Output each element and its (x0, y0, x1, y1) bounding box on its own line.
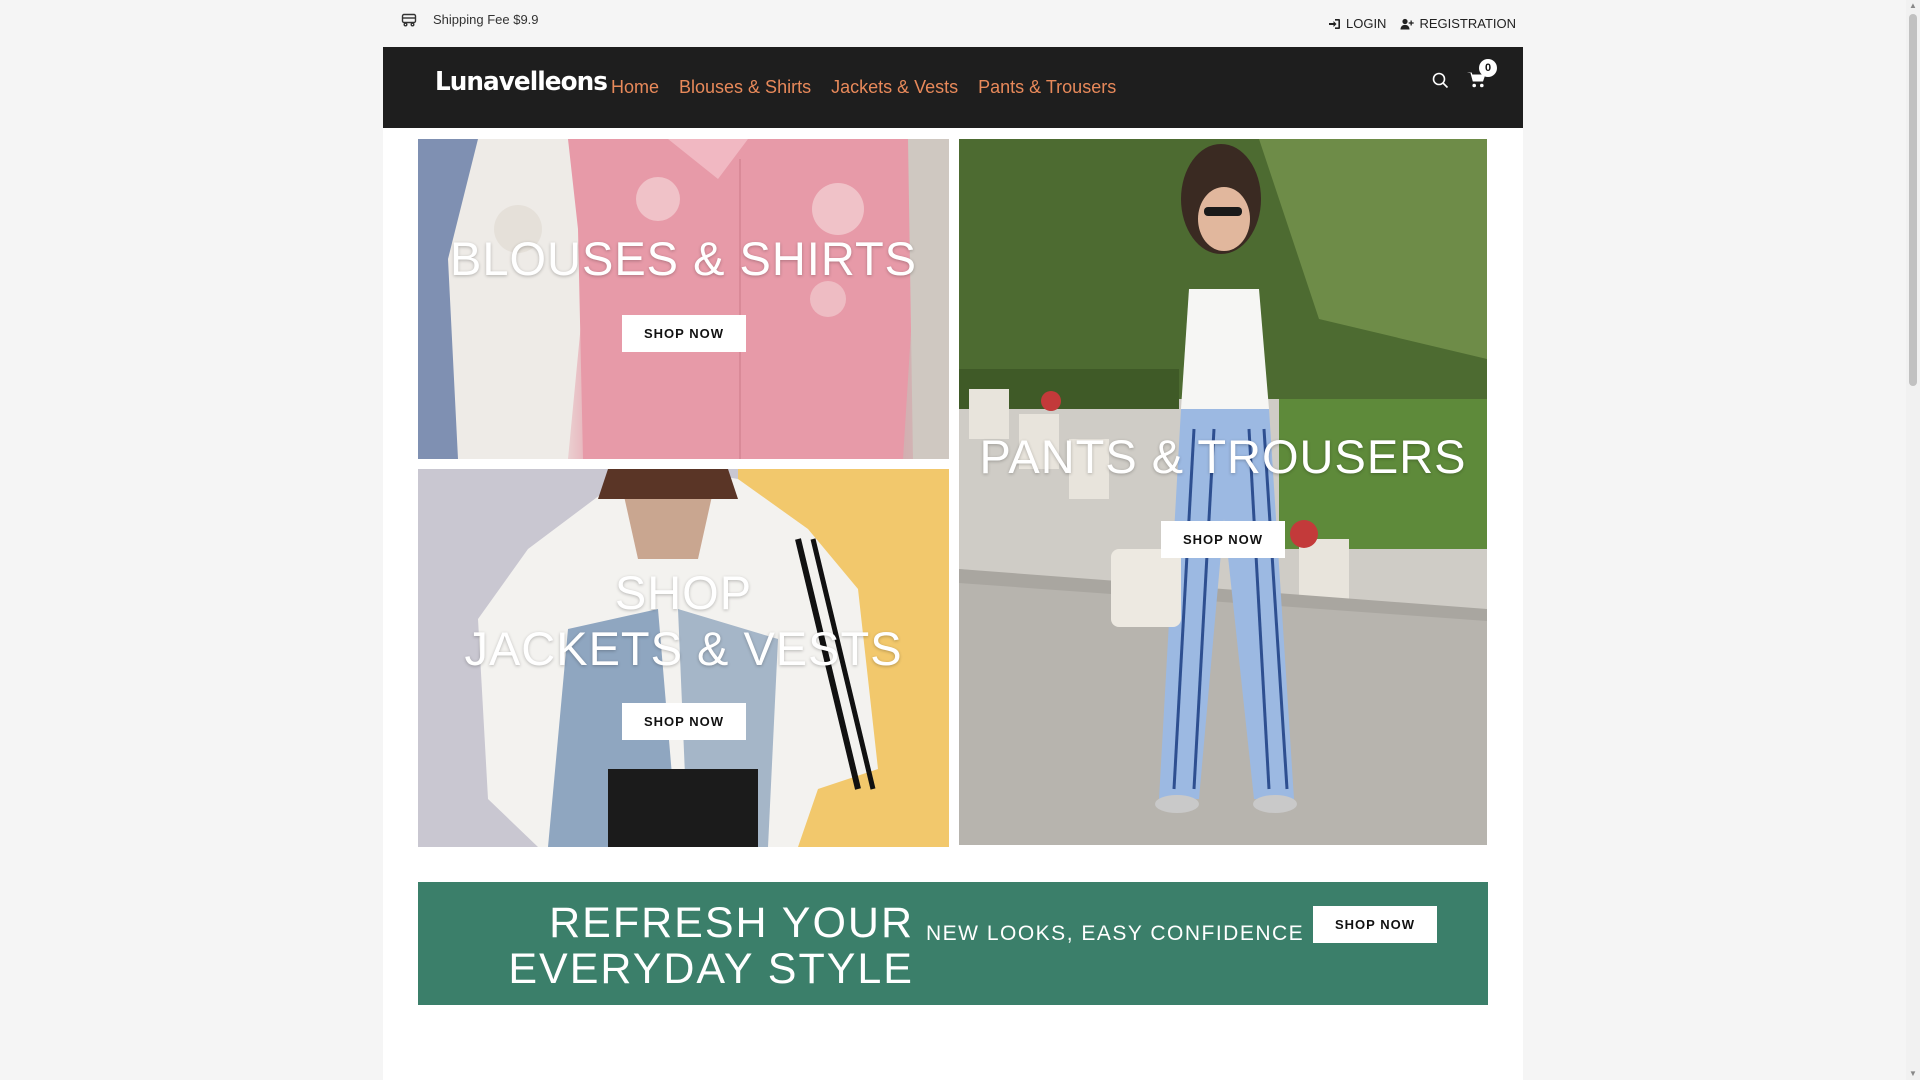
banner-subtitle: NEW LOOKS, EASY CONFIDENCE (926, 922, 1305, 945)
user-plus-icon (1400, 18, 1415, 29)
header-actions: 0 (1432, 59, 1497, 94)
pants-shop-now-button[interactable]: SHOP NOW (1161, 521, 1285, 558)
site-header: Lunavelleons Home Blouses & Shirts Jacke… (383, 47, 1523, 128)
search-icon (1432, 72, 1449, 88)
main-content: BLOUSES & SHIRTS SHOP NOW SHOP JACKETS &… (383, 128, 1523, 1080)
scroll-up-arrow-icon[interactable]: ▲ (1909, 2, 1917, 10)
blouses-shirts-title: BLOUSES & SHIRTS (450, 232, 917, 285)
login-label: LOGIN (1345, 16, 1387, 31)
truck-icon (401, 13, 417, 26)
registration-label: REGISTRATION (1419, 16, 1516, 31)
scrollbar-thumb[interactable] (1909, 14, 1917, 386)
pants-photo (959, 139, 1487, 845)
top-bar: Shipping Fee $9.9 LOGIN REGISTRATION (0, 0, 1906, 47)
registration-link[interactable]: REGISTRATION (1400, 16, 1516, 31)
banner-headline-line2: EVERYDAY STYLE (508, 945, 914, 993)
cart-button[interactable]: 0 (1467, 59, 1497, 94)
blouses-shirts-tile[interactable]: BLOUSES & SHIRTS SHOP NOW (418, 139, 949, 459)
banner-headline: REFRESH YOUR EVERYDAY STYLE (508, 900, 914, 992)
account-links: LOGIN REGISTRATION (1328, 16, 1516, 31)
site-logo[interactable]: Lunavelleons (435, 67, 608, 97)
banner-shop-now-button[interactable]: SHOP NOW (1313, 906, 1437, 943)
jackets-vests-tile[interactable]: SHOP JACKETS & VESTS SHOP NOW (418, 469, 949, 847)
jackets-vests-title: SHOP JACKETS & VESTS (418, 565, 949, 678)
search-button[interactable] (1432, 72, 1449, 94)
main-nav: Home Blouses & Shirts Jackets & Vests Pa… (611, 77, 1116, 98)
shipping-info: Shipping Fee $9.9 (401, 12, 539, 27)
shirts-photo (418, 139, 949, 459)
pants-trousers-tile[interactable]: PANTS & TROUSERS SHOP NOW (959, 139, 1487, 845)
banner-headline-line1: REFRESH YOUR (549, 899, 914, 947)
jackets-shop-now-button[interactable]: SHOP NOW (622, 703, 746, 740)
promo-banner: REFRESH YOUR EVERYDAY STYLE NEW LOOKS, E… (418, 882, 1488, 1005)
jackets-title-line2: JACKETS & VESTS (464, 622, 903, 676)
shipping-fee-text: Shipping Fee $9.9 (433, 12, 539, 27)
nav-pants-trousers[interactable]: Pants & Trousers (978, 77, 1116, 98)
blouses-shop-now-button[interactable]: SHOP NOW (622, 315, 746, 352)
nav-home[interactable]: Home (611, 77, 659, 98)
page-scrollbar[interactable]: ▲ ▼ (1906, 0, 1920, 1080)
nav-blouses-shirts[interactable]: Blouses & Shirts (679, 77, 811, 98)
cart-count-badge: 0 (1479, 59, 1497, 77)
nav-jackets-vests[interactable]: Jackets & Vests (831, 77, 958, 98)
login-link[interactable]: LOGIN (1328, 16, 1386, 31)
login-icon (1328, 18, 1340, 29)
scroll-down-arrow-icon[interactable]: ▼ (1909, 1070, 1917, 1078)
jackets-title-line1: SHOP (614, 566, 753, 619)
pants-trousers-title: PANTS & TROUSERS (979, 430, 1467, 483)
